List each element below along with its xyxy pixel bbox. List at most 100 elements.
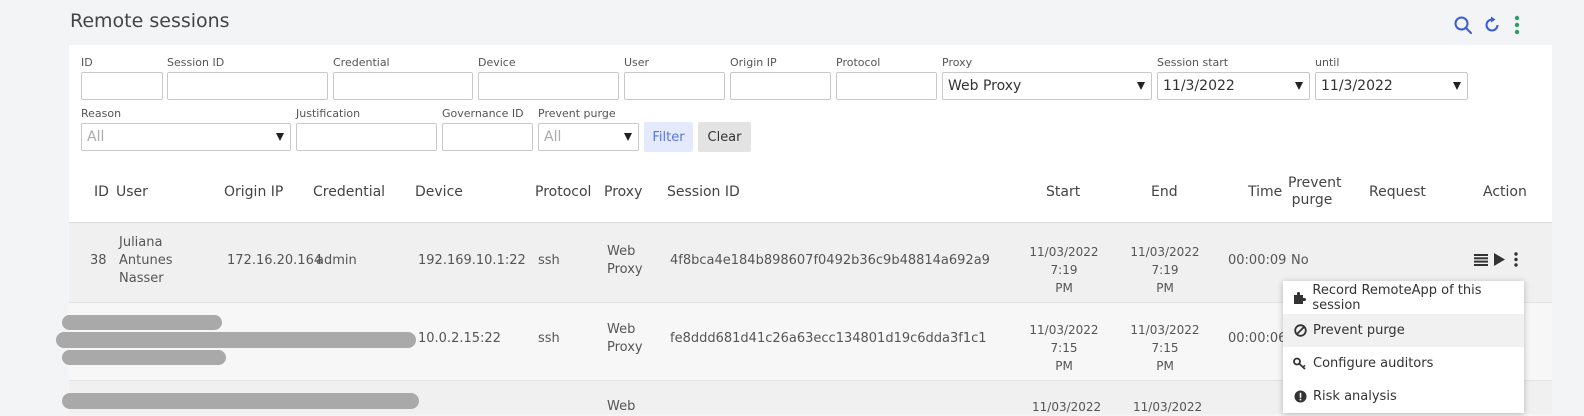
cell-protocol: ssh [538, 331, 560, 346]
filter-session-start-select[interactable]: 11/3/2022 [1157, 72, 1310, 100]
cell-user-line: Juliana [119, 235, 163, 250]
menu-item-label: Record RemoteApp of this session [1312, 282, 1482, 313]
cell-time: 00:00:09 [1228, 253, 1287, 268]
filter-justification-label: Justification [296, 107, 361, 120]
filter-governance-id-input[interactable] [442, 123, 533, 151]
col-session-id[interactable]: Session ID [667, 184, 740, 201]
col-prevent-purge[interactable]: Prevent purge [1288, 175, 1342, 209]
redaction-mark [62, 350, 226, 365]
col-device[interactable]: Device [415, 184, 463, 201]
play-icon[interactable] [1492, 252, 1506, 267]
cell-protocol: ssh [538, 253, 560, 268]
cell-end: 11/03/2022 7:19 PM [1120, 243, 1210, 297]
row-action-menu: Record RemoteApp of this session Prevent… [1283, 281, 1524, 413]
cell-time: 00:00:06 [1228, 331, 1287, 346]
filter-prevent-purge-label: Prevent purge [538, 107, 616, 120]
filter-session-id-label: Session ID [167, 56, 225, 69]
cell-end: 11/03/2022 [1133, 400, 1203, 414]
cell-end-line: 11/03/2022 7:15 [1130, 323, 1200, 355]
more-vertical-icon[interactable] [1511, 251, 1521, 268]
col-action: Action [1483, 184, 1527, 200]
col-proxy[interactable]: Proxy [604, 184, 642, 201]
cell-end: 11/03/2022 7:15 PM [1120, 321, 1210, 375]
filter-device-label: Device [478, 56, 516, 69]
chevron-down-icon [1453, 82, 1461, 90]
cell-proxy: Web [607, 399, 636, 414]
cell-start-line: 11/03/2022 7:19 [1029, 245, 1099, 277]
cell-end-line: PM [1156, 359, 1174, 373]
filter-until-label: until [1315, 56, 1340, 69]
cell-session-id: 4f8bca4e184b898607f0492b36c9b48814a692a9 [670, 253, 990, 268]
col-end[interactable]: End [1151, 184, 1178, 201]
filter-origin-ip-label: Origin IP [730, 56, 777, 69]
cell-end-line: PM [1156, 281, 1174, 295]
filter-until-value: 11/3/2022 [1321, 78, 1393, 94]
filter-prevent-purge-value: All [544, 129, 562, 145]
cell-user-line: Antunes [119, 253, 173, 268]
alert-circle-icon [1293, 390, 1307, 404]
col-credential[interactable]: Credential [313, 184, 385, 201]
filter-prevent-purge-select[interactable]: All [538, 123, 639, 151]
filter-protocol-input[interactable] [836, 72, 937, 100]
filter-user-input[interactable] [624, 72, 725, 100]
filter-credential-input[interactable] [333, 72, 473, 100]
filter-session-start-value: 11/3/2022 [1163, 78, 1235, 94]
filter-justification-input[interactable] [296, 123, 437, 151]
filter-governance-id-label: Governance ID [442, 107, 524, 120]
col-origin-ip[interactable]: Origin IP [224, 184, 283, 201]
col-request[interactable]: Request [1369, 184, 1426, 201]
cell-id: 38 [90, 253, 107, 268]
cell-credential: admin [316, 253, 357, 268]
list-icon[interactable] [1473, 252, 1488, 267]
cell-proxy-line: Web [607, 244, 636, 259]
cell-user: Juliana Antunes Nasser [119, 234, 172, 288]
cell-start-line: 11/03/2022 7:15 [1029, 323, 1099, 355]
filter-id-input[interactable] [81, 72, 163, 100]
filter-origin-ip-input[interactable] [730, 72, 831, 100]
key-icon [1293, 357, 1307, 371]
menu-item-risk-analysis[interactable]: Risk analysis [1283, 380, 1524, 413]
menu-item-prevent-purge[interactable]: Prevent purge [1283, 314, 1524, 347]
cell-proxy-line: Web [607, 322, 636, 337]
col-start[interactable]: Start [1046, 184, 1080, 201]
clear-button[interactable]: Clear [698, 122, 751, 152]
chevron-down-icon [276, 133, 284, 141]
cell-start: 11/03/2022 7:15 PM [1019, 321, 1109, 375]
menu-item-configure-auditors[interactable]: Configure auditors [1283, 347, 1524, 380]
filter-until-select[interactable]: 11/3/2022 [1315, 72, 1468, 100]
refresh-icon[interactable] [1481, 14, 1503, 36]
filter-id-label: ID [81, 56, 93, 69]
col-user[interactable]: User [116, 184, 148, 201]
cell-start: 11/03/2022 [1032, 400, 1102, 414]
cell-prevent-purge: No [1291, 253, 1309, 268]
filter-button[interactable]: Filter [644, 122, 693, 152]
puzzle-icon [1293, 291, 1307, 305]
cell-proxy-line: Proxy [607, 340, 643, 355]
chevron-down-icon [1295, 82, 1303, 90]
filter-proxy-select[interactable]: Web Proxy [942, 72, 1152, 100]
cell-proxy: Web Proxy [607, 243, 643, 279]
menu-item-label: Risk analysis [1313, 389, 1397, 404]
filter-device-input[interactable] [478, 72, 619, 100]
col-id[interactable]: ID [94, 184, 109, 201]
page-title: Remote sessions [70, 10, 230, 32]
menu-item-label: Prevent purge [1313, 323, 1405, 338]
cell-end-line: 11/03/2022 7:19 [1130, 245, 1200, 277]
kebab-menu-icon[interactable] [1506, 14, 1528, 36]
cell-session-id: fe8ddd681d41c26a63ecc134801d19c6dda3f1c1 [670, 331, 987, 346]
menu-item-record-remoteapp[interactable]: Record RemoteApp of this session [1283, 281, 1524, 314]
filter-session-id-input[interactable] [167, 72, 328, 100]
cell-proxy: Web Proxy [607, 321, 643, 357]
cell-proxy-line: Proxy [607, 262, 643, 277]
cell-device: 10.0.2.15:22 [418, 331, 501, 346]
col-protocol[interactable]: Protocol [535, 184, 591, 201]
cell-start: 11/03/2022 7:19 PM [1019, 243, 1109, 297]
redaction-mark [62, 393, 419, 409]
filter-reason-value: All [87, 129, 105, 145]
col-time[interactable]: Time [1248, 184, 1282, 201]
col-prevent-purge-line2: purge [1291, 192, 1333, 208]
filter-reason-select[interactable]: All [81, 123, 291, 151]
filter-proxy-value: Web Proxy [948, 78, 1022, 94]
cell-start-line: PM [1055, 281, 1073, 295]
search-icon[interactable] [1452, 14, 1474, 36]
